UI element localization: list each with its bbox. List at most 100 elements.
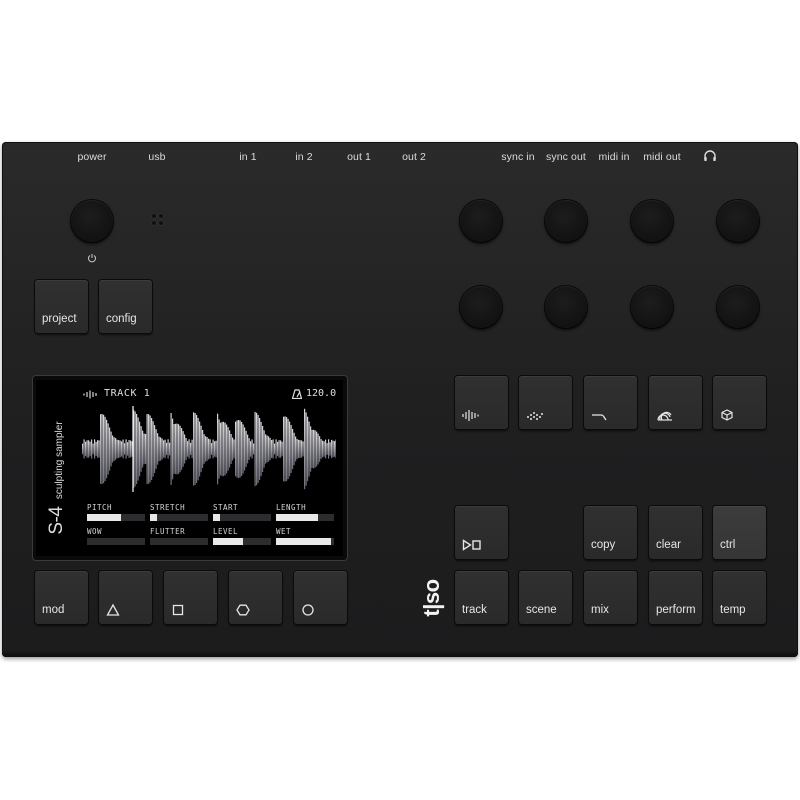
waveform-bar	[106, 419, 108, 479]
play-stop-icon	[462, 539, 481, 551]
waveform-bar	[335, 439, 336, 459]
waveform-bar	[112, 435, 114, 463]
waveform-bar	[307, 416, 309, 482]
clear-button-label: clear	[656, 539, 681, 551]
play-stop-button[interactable]	[455, 506, 508, 559]
mod-button[interactable]: mod	[35, 571, 88, 624]
knob-1[interactable]	[460, 200, 502, 242]
waveform-bar	[193, 412, 195, 486]
power-icon	[88, 254, 96, 263]
waveform-bar	[284, 416, 286, 482]
knob-6[interactable]	[545, 286, 587, 328]
param-label: WOW	[87, 527, 103, 536]
scene-button[interactable]: scene	[519, 571, 572, 624]
waveform-bar	[160, 437, 162, 461]
waveform-bar	[113, 437, 115, 461]
waveform-bar	[140, 426, 142, 472]
track-button[interactable]: track	[455, 571, 508, 624]
mod-button-label: mod	[42, 604, 65, 616]
waveform-bar	[218, 419, 220, 479]
port-sync-out-label: sync out	[546, 151, 586, 163]
cube-mode-button[interactable]	[713, 376, 766, 429]
shape-hexagon-button[interactable]	[229, 571, 282, 624]
echo-arcs-icon	[657, 411, 672, 421]
power-knob[interactable]	[71, 200, 113, 242]
config-button[interactable]: config	[99, 280, 152, 333]
knob-4[interactable]	[717, 200, 759, 242]
waveform-bar	[202, 430, 204, 468]
project-button[interactable]: project	[35, 280, 88, 333]
param-wet: WET	[276, 527, 334, 545]
waveform-bar	[295, 436, 297, 462]
temp-button[interactable]: temp	[713, 571, 766, 624]
waveform-bar	[250, 441, 252, 457]
waveform-bar	[235, 421, 237, 477]
param-label: STRETCH	[150, 503, 186, 512]
headphones-icon	[704, 150, 716, 161]
sample-waveform	[82, 406, 336, 492]
waveform-bar	[319, 436, 321, 462]
filter-mode-button[interactable]	[584, 376, 637, 429]
waveform-bar	[130, 440, 132, 458]
param-pitch: PITCH	[87, 503, 145, 521]
perform-button[interactable]: perform	[649, 571, 702, 624]
waveform-icon	[83, 390, 97, 399]
waveform-bar	[178, 424, 180, 474]
waveform-bar	[92, 443, 94, 455]
shape-circle-button[interactable]	[294, 571, 347, 624]
temp-button-label: temp	[720, 604, 746, 616]
waveform-bar	[329, 442, 331, 456]
waveform-bar	[161, 438, 163, 460]
knob-5[interactable]	[460, 286, 502, 328]
waveform-bar	[290, 425, 292, 473]
waveform-bar	[176, 423, 178, 475]
param-bar-fill	[150, 514, 157, 521]
knob-2[interactable]	[545, 200, 587, 242]
grain-mode-button[interactable]	[519, 376, 572, 429]
clear-button[interactable]: clear	[649, 506, 702, 559]
waveform-bar	[196, 414, 198, 483]
mix-button-label: mix	[591, 604, 609, 616]
waveform-bar	[229, 430, 231, 468]
copy-button[interactable]: copy	[584, 506, 637, 559]
param-bar-fill	[276, 538, 332, 545]
param-label: LENGTH	[276, 503, 307, 512]
sample-mode-button[interactable]	[455, 376, 508, 429]
param-bar-fill	[213, 538, 244, 545]
port-midi-out-label: midi out	[643, 151, 681, 163]
perform-button-label: perform	[656, 604, 696, 616]
waveform-bar	[217, 413, 219, 485]
waveform-bar	[211, 443, 213, 455]
shape-square-button[interactable]	[164, 571, 217, 624]
metronome-icon	[292, 389, 302, 399]
waveform-bar	[238, 420, 240, 479]
param-bar-fill	[276, 514, 318, 521]
knob-3[interactable]	[631, 200, 673, 242]
waveform-bar	[82, 443, 84, 455]
display-screen: TRACK 1 120.0 S-4 sculpting sampler PITC…	[36, 380, 343, 556]
waveform-bar	[274, 443, 276, 455]
waveform-bar	[224, 422, 226, 476]
param-length: LENGTH	[276, 503, 334, 521]
circle-icon	[302, 604, 314, 616]
waveform-bar	[155, 429, 157, 469]
waveform-bar	[164, 439, 166, 459]
waveform-bar	[134, 411, 136, 487]
param-label: LEVEL	[213, 527, 239, 536]
waveform-bar	[175, 423, 177, 475]
shape-triangle-button[interactable]	[99, 571, 152, 624]
knob-8[interactable]	[717, 286, 759, 328]
waveform-bar	[209, 439, 211, 459]
waveform-bar	[152, 421, 154, 477]
effects-mode-button[interactable]	[649, 376, 702, 429]
waveform-bar	[118, 440, 120, 458]
mix-button[interactable]: mix	[584, 571, 637, 624]
waveform-bar	[299, 440, 301, 458]
project-button-label: project	[42, 313, 77, 325]
ctrl-button[interactable]: ctrl	[713, 506, 766, 559]
waveform-bar	[110, 431, 112, 467]
waveform-bar	[145, 434, 147, 464]
waveform-bar	[121, 441, 123, 457]
knob-7[interactable]	[631, 286, 673, 328]
scene-button-label: scene	[526, 604, 557, 616]
